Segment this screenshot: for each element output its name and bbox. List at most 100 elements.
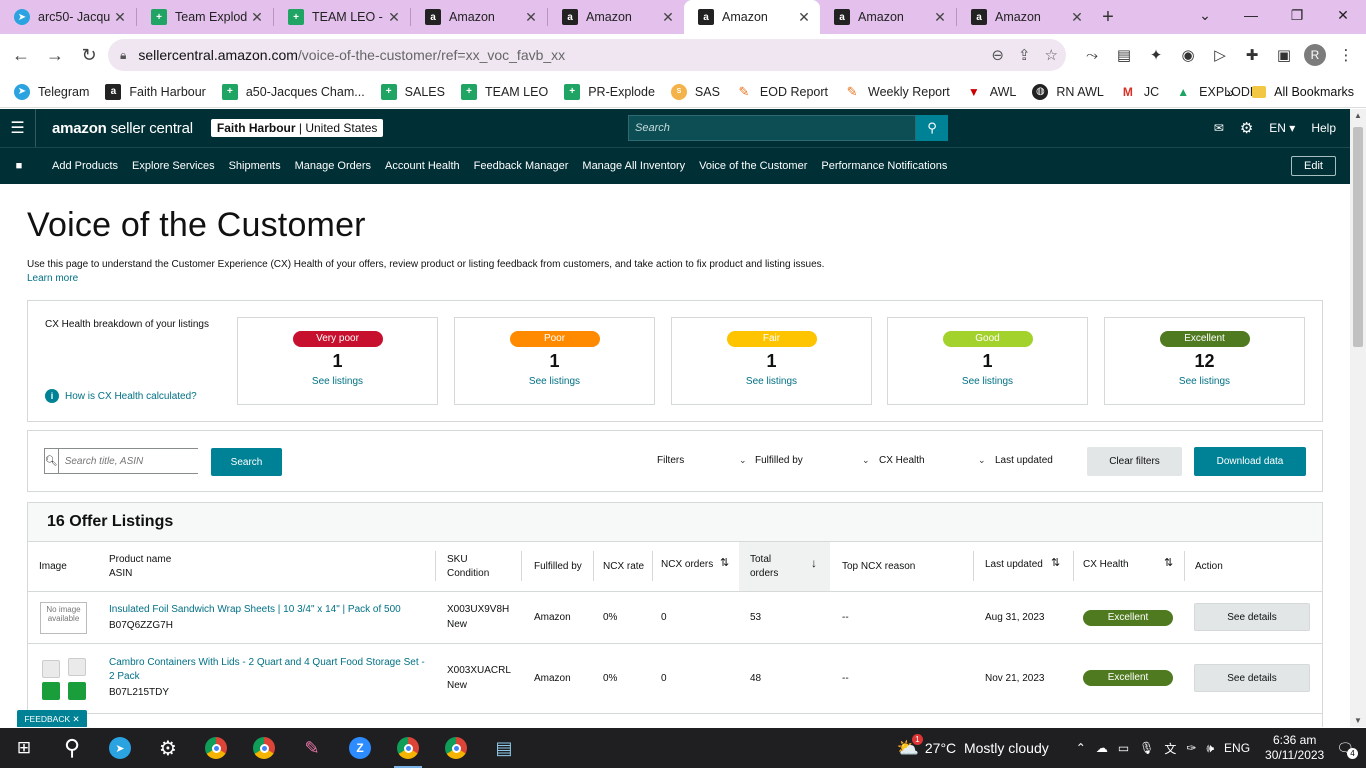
help-link[interactable]: Help [1311, 121, 1336, 135]
sort-icon[interactable]: ⇅ [720, 556, 729, 570]
nav-manage-inventory[interactable]: Manage All Inventory [582, 160, 685, 172]
sort-desc-icon[interactable]: ↓ [811, 556, 817, 570]
close-icon[interactable]: ✕ [73, 714, 80, 725]
learn-more-link[interactable]: Learn more [27, 273, 1323, 284]
minimize-icon[interactable]: — [1228, 0, 1274, 30]
bookmark[interactable]: M JC [1120, 84, 1159, 100]
chevron-down-icon[interactable]: ⌄ [978, 455, 986, 466]
ime-icon[interactable]: 文 [1164, 740, 1176, 757]
see-listings-link[interactable]: See listings [238, 376, 437, 387]
see-listings-link[interactable]: See listings [888, 376, 1087, 387]
chevron-down-icon[interactable]: ⌄ [739, 455, 747, 466]
nav-voice-of-customer[interactable]: Voice of the Customer [699, 160, 807, 172]
close-icon[interactable]: ✕ [660, 9, 676, 26]
all-bookmarks-button[interactable]: All Bookmarks [1274, 85, 1354, 99]
browser-tab[interactable]: + Team Explod ✕ [137, 0, 273, 34]
bookmark[interactable]: + SALES [380, 83, 445, 100]
weather-widget[interactable]: ⛅ 1 27°C Mostly cloudy [896, 733, 1049, 759]
product-link[interactable]: Cambro Containers With Lids - 2 Quart an… [109, 656, 429, 684]
browser-tab[interactable]: a Amazon ✕ [820, 0, 956, 34]
sort-icon[interactable]: ⇅ [1051, 556, 1060, 570]
clock[interactable]: 6:36 am 30/11/2023 [1265, 733, 1324, 763]
close-icon[interactable]: ✕ [386, 9, 402, 26]
zoom-icon[interactable]: ⊖ [991, 46, 1004, 64]
tab-search-icon[interactable]: ⌄ [1182, 0, 1228, 30]
camera-icon[interactable]: ▭ [1118, 741, 1129, 755]
chevron-down-icon[interactable]: ⌄ [862, 455, 870, 466]
lock-icon[interactable]: 🔒︎ [120, 48, 126, 63]
nav-account-health[interactable]: Account Health [385, 160, 460, 172]
product-link[interactable]: Insulated Foil Sandwich Wrap Sheets | 10… [109, 603, 401, 617]
chrome-profile-icon[interactable] [384, 728, 432, 768]
close-icon[interactable]: ✕ [112, 9, 128, 26]
bookmark[interactable]: ➤ Telegram [14, 83, 89, 100]
extension-icon[interactable]: ◉ [1176, 41, 1200, 69]
close-window-icon[interactable]: ✕ [1320, 0, 1366, 30]
browser-tab[interactable]: a Amazon ✕ [411, 0, 547, 34]
col-cx-health[interactable]: CX Health [1083, 558, 1129, 572]
microphone-icon[interactable]: 🎙︎ [1139, 741, 1154, 755]
nav-add-products[interactable]: Add Products [52, 160, 118, 172]
browser-tab[interactable]: a Amazon ✕ [548, 0, 684, 34]
bookmark[interactable]: ◍ RN AWL [1032, 83, 1104, 100]
browser-tab[interactable]: + TEAM LEO - ( ✕ [274, 0, 410, 34]
windows-start-icon[interactable]: ⊞ [0, 728, 48, 768]
close-icon[interactable]: ✕ [249, 9, 265, 26]
bookmark[interactable]: S SAS [670, 83, 720, 100]
seller-central-logo[interactable]: amazon seller central [52, 120, 193, 137]
extension-icon[interactable]: ▤ [1112, 41, 1136, 69]
scrollbar-thumb[interactable] [1353, 127, 1363, 347]
col-last-updated[interactable]: Last updated [985, 558, 1043, 572]
scroll-down-icon[interactable]: ▼ [1350, 716, 1366, 725]
paint-icon[interactable]: ✎ [288, 728, 336, 768]
hamburger-menu-icon[interactable]: ☰ [0, 109, 36, 147]
nav-manage-orders[interactable]: Manage Orders [295, 160, 371, 172]
search-icon[interactable]: ⚲ [916, 115, 948, 141]
product-thumbnail[interactable] [40, 656, 88, 702]
chrome-icon[interactable] [192, 728, 240, 768]
edit-nav-button[interactable]: Edit [1291, 156, 1336, 176]
col-product[interactable]: Product name ASIN [109, 553, 171, 581]
nav-feedback-manager[interactable]: Feedback Manager [474, 160, 569, 172]
pen-icon[interactable]: ✑ [1186, 741, 1196, 755]
more-bookmarks-icon[interactable]: » [1226, 84, 1234, 100]
close-icon[interactable]: ✕ [523, 9, 539, 26]
browser-tab-active[interactable]: a Amazon ✕ [684, 0, 820, 34]
bookmark-icon[interactable]: ■ [0, 160, 38, 172]
menu-kebab-icon[interactable]: ⋮ [1334, 41, 1358, 69]
col-sku[interactable]: SKU Condition [447, 553, 489, 581]
bookmark[interactable]: + a50-Jacques Cham... [221, 83, 365, 100]
account-switcher[interactable]: Faith Harbour | United States [210, 119, 384, 137]
settings-gear-icon[interactable]: ⚙ [144, 728, 192, 768]
cx-health-how-link[interactable]: i How is CX Health calculated? [45, 389, 197, 403]
back-icon[interactable]: ← [4, 38, 38, 72]
download-data-button[interactable]: Download data [1194, 447, 1306, 476]
nav-performance-notifications[interactable]: Performance Notifications [821, 160, 947, 172]
clear-filters-button[interactable]: Clear filters [1087, 447, 1182, 476]
search-icon[interactable]: ⚲ [48, 728, 96, 768]
browser-tab[interactable]: a Amazon ✕ [957, 0, 1093, 34]
chrome-icon[interactable] [240, 728, 288, 768]
bookmark-star-icon[interactable]: ☆ [1045, 46, 1058, 64]
extensions-puzzle-icon[interactable]: ✚ [1240, 41, 1264, 69]
close-icon[interactable]: ✕ [1069, 9, 1085, 26]
fulfilled-by-filter[interactable]: Fulfilled by [755, 455, 803, 466]
zoom-app-icon[interactable]: Z [336, 728, 384, 768]
notepad-icon[interactable]: ▤ [480, 728, 528, 768]
browser-tab[interactable]: ➤ arc50- Jacqu ✕ [0, 0, 136, 34]
onedrive-cloud-icon[interactable]: ☁ [1096, 741, 1108, 755]
restore-icon[interactable]: ❐ [1274, 0, 1320, 30]
gear-icon[interactable]: ⚙ [1240, 119, 1253, 137]
close-icon[interactable]: ✕ [932, 9, 948, 26]
bookmark[interactable]: a Faith Harbour [105, 83, 206, 100]
see-listings-link[interactable]: See listings [672, 376, 871, 387]
share-icon[interactable]: ⇪ [1018, 46, 1031, 64]
bookmark[interactable]: ✎ Weekly Report [844, 84, 950, 100]
reload-icon[interactable]: ↻ [72, 38, 106, 72]
language-indicator[interactable]: ENG [1224, 741, 1250, 755]
feedback-tab[interactable]: FEEDBACK ✕ [17, 710, 87, 727]
see-listings-link[interactable]: See listings [1105, 376, 1304, 387]
extension-icon[interactable]: ▷ [1208, 41, 1232, 69]
nav-explore-services[interactable]: Explore Services [132, 160, 215, 172]
extension-icon[interactable]: ⤳ [1080, 41, 1104, 69]
